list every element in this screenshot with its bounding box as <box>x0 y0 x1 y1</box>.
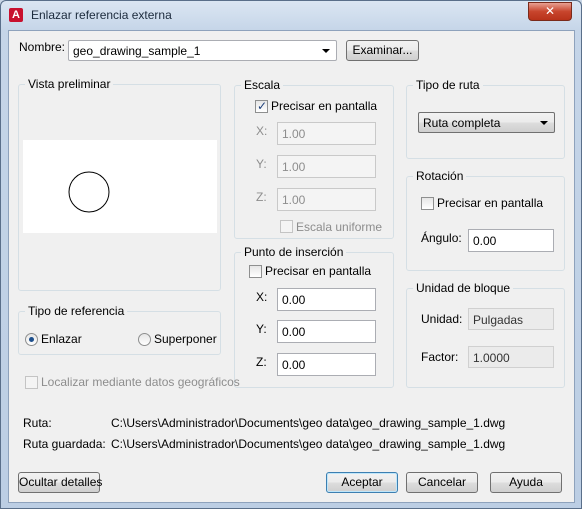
found-path-label: Ruta: <box>23 416 52 430</box>
rotation-group-title: Rotación <box>413 169 467 183</box>
name-dropdown[interactable]: geo_drawing_sample_1 <box>68 40 337 61</box>
factor-value: 1.0000 <box>473 351 510 365</box>
angle-input[interactable]: 0.00 <box>468 229 554 252</box>
insertion-x-label: X: <box>256 290 268 304</box>
name-dropdown-value: geo_drawing_sample_1 <box>73 44 201 58</box>
scale-x-value: 1.00 <box>282 127 306 141</box>
scale-y-value: 1.00 <box>282 160 306 174</box>
hide-details-button[interactable]: Ocultar detalles <box>18 472 102 493</box>
cancel-button[interactable]: Cancelar <box>406 472 478 493</box>
autocad-app-icon: A <box>9 8 23 22</box>
uniform-scale-checkbox[interactable] <box>280 220 293 233</box>
attach-radio[interactable] <box>25 333 38 346</box>
circle-preview-drawing <box>68 171 110 213</box>
overlay-label: Superponer <box>154 332 217 346</box>
insertion-y-value: 0.00 <box>282 325 306 339</box>
block-unit-group: Unidad de bloque <box>406 281 565 388</box>
scale-z-input[interactable]: 1.00 <box>277 188 376 211</box>
name-label: Nombre: <box>19 40 66 54</box>
scale-x-input[interactable]: 1.00 <box>277 122 376 145</box>
saved-path-label: Ruta guardada: <box>23 437 106 451</box>
reference-type-group-title: Tipo de referencia <box>25 304 128 318</box>
preview-group-title: Vista preliminar <box>25 77 114 91</box>
insertion-specify-checkbox[interactable] <box>249 265 262 278</box>
rotation-group: Rotación <box>406 169 565 271</box>
unit-field: Pulgadas <box>468 308 554 330</box>
xref-dialog-window: A Enlazar referencia externa ✕ Nombre: g… <box>0 0 582 509</box>
insertion-y-label: Y: <box>256 322 267 336</box>
geo-locate-label: Localizar mediante datos geográficos <box>41 375 240 389</box>
scale-specify-label: Precisar en pantalla <box>271 99 378 113</box>
overlay-radio[interactable] <box>138 333 151 346</box>
insertion-z-label: Z: <box>256 355 267 369</box>
unit-value: Pulgadas <box>473 313 524 327</box>
title-bar[interactable]: A Enlazar referencia externa ✕ <box>1 1 581 29</box>
help-button[interactable]: Ayuda <box>490 472 562 493</box>
insertion-z-value: 0.00 <box>282 358 306 372</box>
rotation-specify-checkbox[interactable] <box>421 197 434 210</box>
window-title: Enlazar referencia externa <box>31 8 172 22</box>
scale-group-title: Escala <box>241 78 284 92</box>
unit-label: Unidad: <box>421 312 463 326</box>
block-unit-group-title: Unidad de bloque <box>413 281 514 295</box>
scale-y-input[interactable]: 1.00 <box>277 155 376 178</box>
insertion-group-title: Punto de inserción <box>241 245 347 259</box>
factor-label: Factor: <box>421 350 459 364</box>
scale-z-value: 1.00 <box>282 193 306 207</box>
angle-value: 0.00 <box>473 234 497 248</box>
attach-label: Enlazar <box>41 332 82 346</box>
chevron-down-icon <box>540 121 548 125</box>
angle-label: Ángulo: <box>421 231 462 245</box>
chevron-down-icon <box>322 49 330 53</box>
found-path-value: C:\Users\Administrador\Documents\geo dat… <box>111 416 506 430</box>
insertion-specify-label: Precisar en pantalla <box>265 264 372 278</box>
insertion-y-input[interactable]: 0.00 <box>277 320 376 343</box>
ok-button[interactable]: Aceptar <box>326 472 398 493</box>
scale-y-label: Y: <box>256 157 267 171</box>
scale-x-label: X: <box>256 124 268 138</box>
geo-locate-checkbox[interactable] <box>25 376 38 389</box>
factor-field: 1.0000 <box>468 346 554 368</box>
path-type-value: Ruta completa <box>423 116 501 130</box>
insertion-z-input[interactable]: 0.00 <box>277 353 376 376</box>
uniform-scale-label: Escala uniforme <box>296 220 383 234</box>
dialog-body: Nombre: geo_drawing_sample_1 Examinar...… <box>8 30 575 503</box>
saved-path-value: C:\Users\Administrador\Documents\geo dat… <box>111 437 506 451</box>
browse-button[interactable]: Examinar... <box>346 40 419 61</box>
insertion-x-value: 0.00 <box>282 293 306 307</box>
path-type-dropdown[interactable]: Ruta completa <box>418 112 555 133</box>
preview-canvas <box>23 140 217 233</box>
close-button[interactable]: ✕ <box>528 2 572 21</box>
scale-z-label: Z: <box>256 190 267 204</box>
insertion-x-input[interactable]: 0.00 <box>277 288 376 311</box>
scale-specify-checkbox[interactable] <box>255 99 268 113</box>
rotation-specify-label: Precisar en pantalla <box>437 196 544 210</box>
path-type-group-title: Tipo de ruta <box>413 78 483 92</box>
